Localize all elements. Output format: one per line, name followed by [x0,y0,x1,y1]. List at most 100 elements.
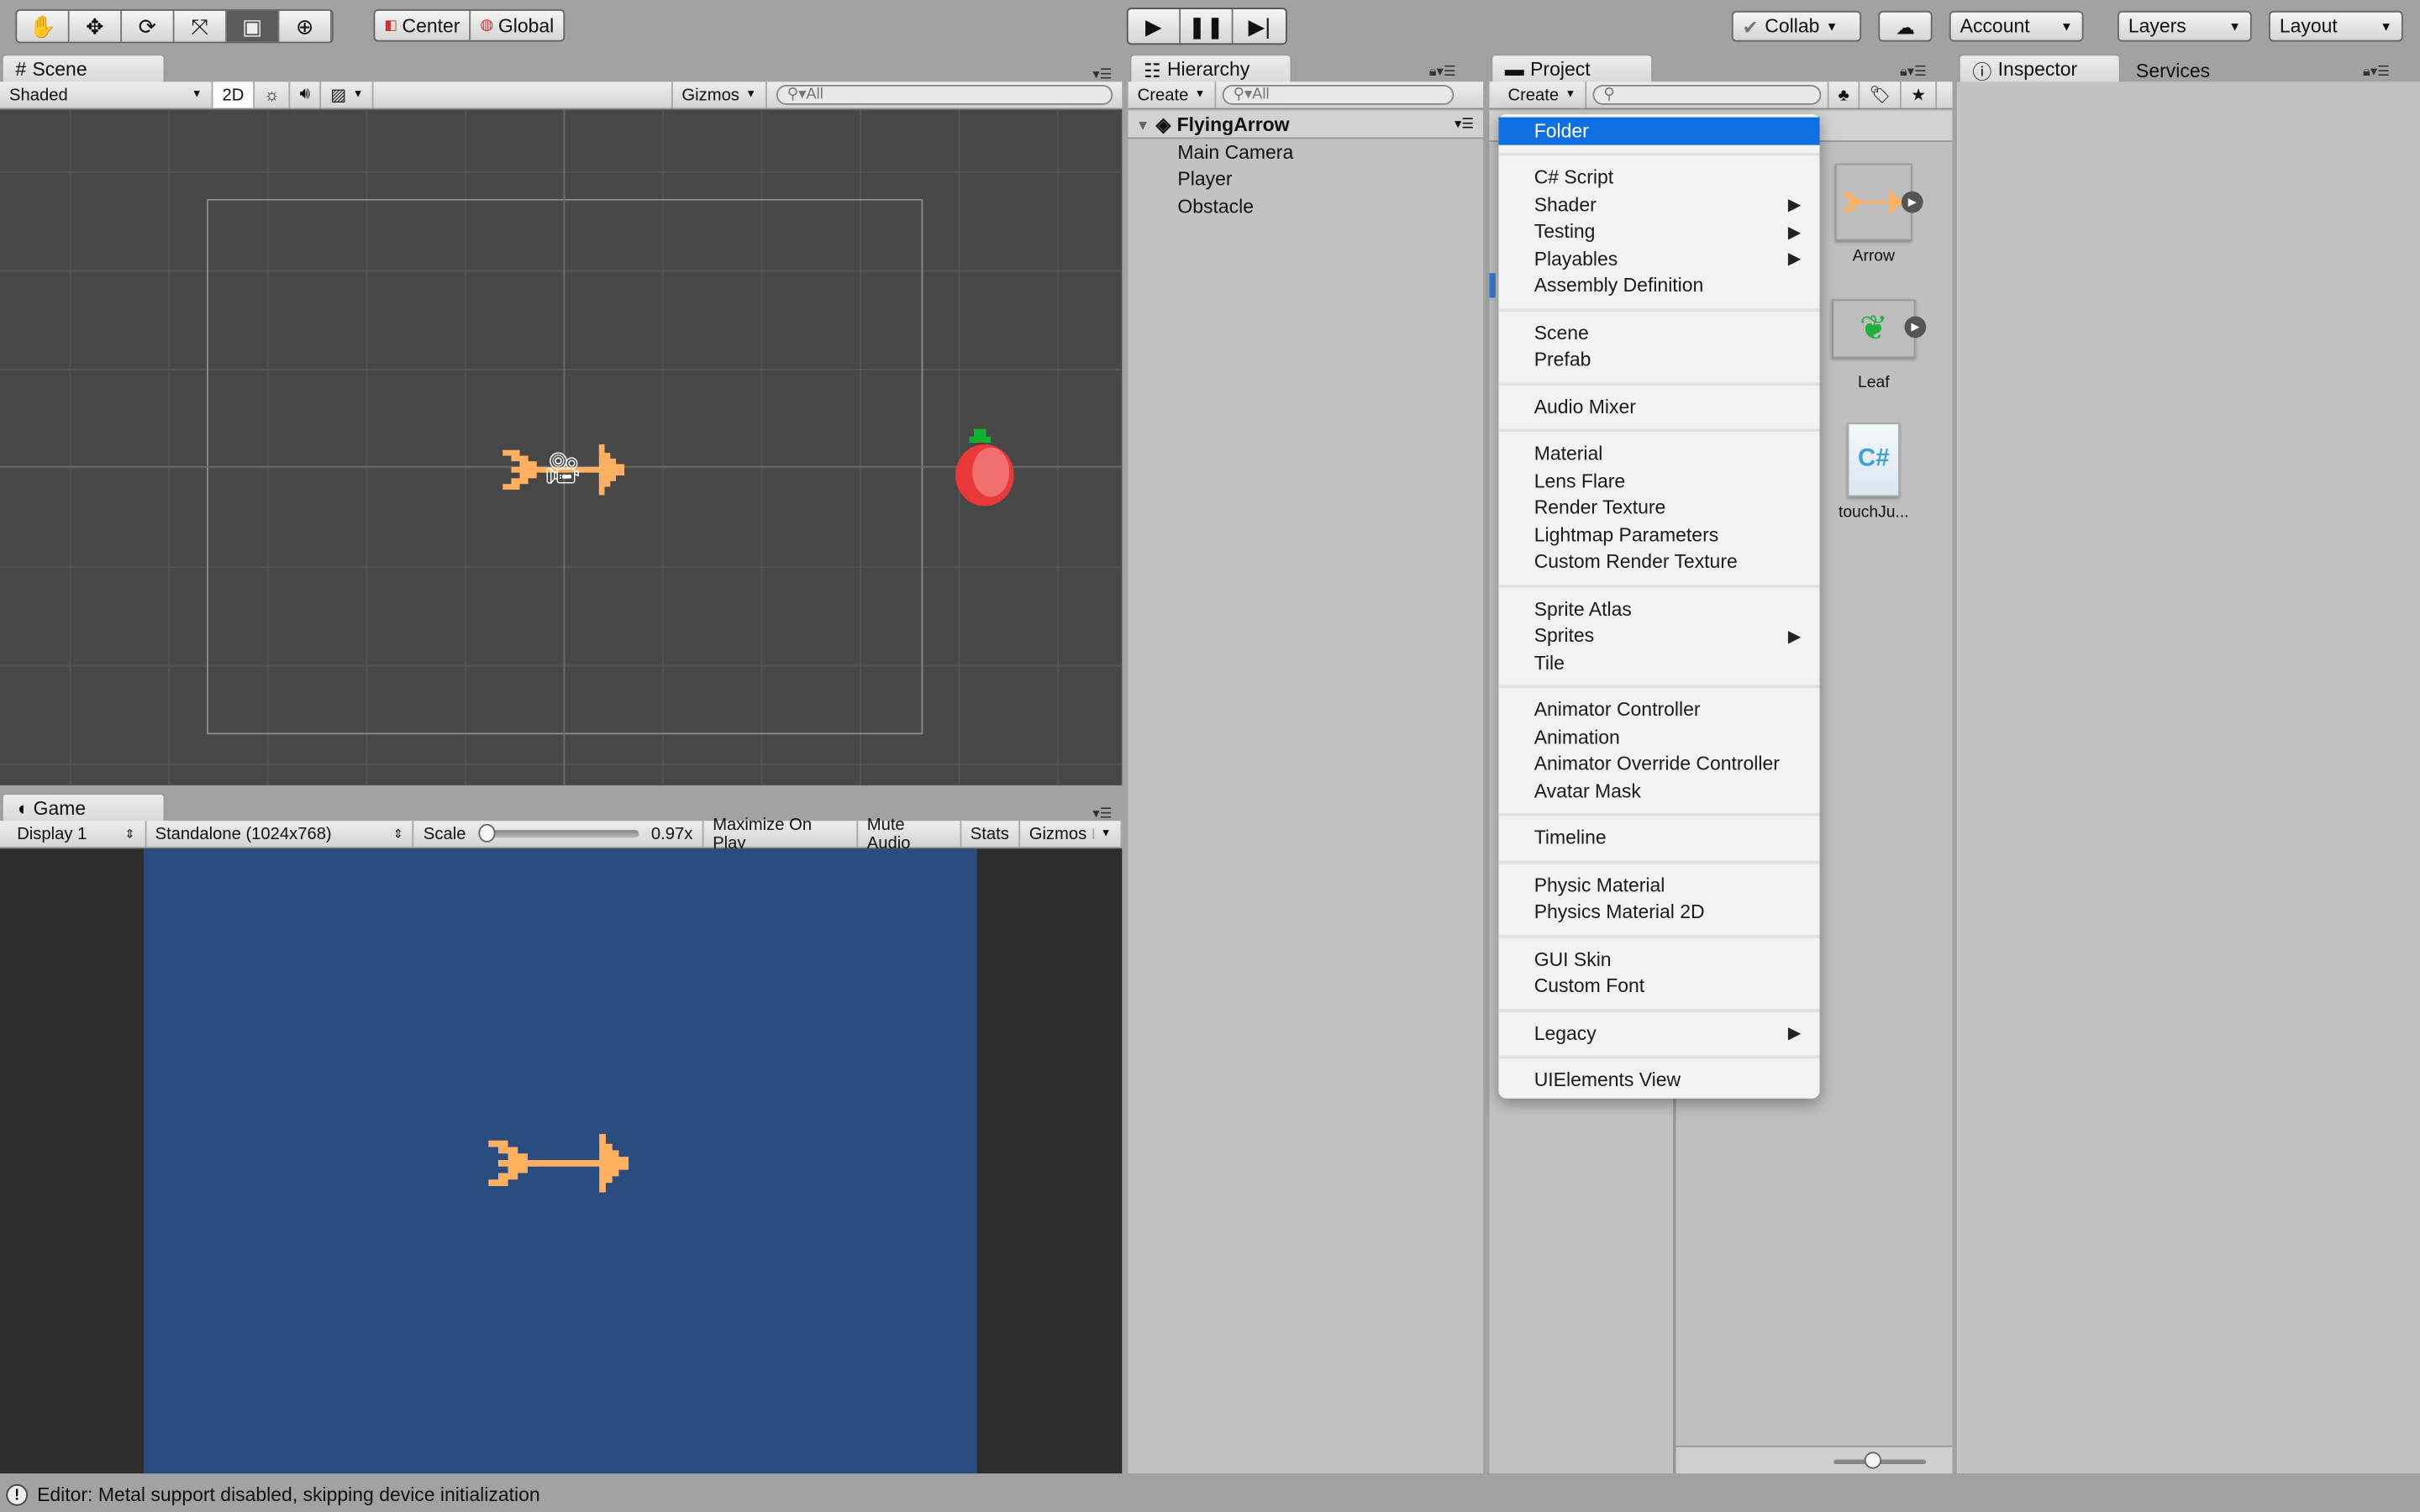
hierarchy-item[interactable]: Main Camera [1128,139,1483,165]
menu-item-scene[interactable]: Scene [1498,319,1819,346]
menu-item-gui-skin[interactable]: GUI Skin [1498,946,1819,973]
asset-leaf[interactable]: ❦ ▶ Leaf [1820,299,1928,392]
lighting-toggle[interactable]: ☼ [255,81,291,108]
project-create-button[interactable]: Create ▼ [1489,81,1587,108]
menu-item-custom-render-texture[interactable]: Custom Render Texture [1498,549,1819,575]
tab-scene[interactable]: # Scene [1,54,166,84]
stats-toggle[interactable]: Stats [961,821,1020,848]
lock-icon[interactable]: 🔒︎▾☰ [2363,63,2390,80]
scene-search-input[interactable]: ⚲▾ All [776,85,1113,105]
menu-item-prefab[interactable]: Prefab [1498,346,1819,373]
menu-item-sprite-atlas[interactable]: Sprite Atlas [1498,596,1819,622]
shading-dropdown[interactable]: Shaded ▼ [0,81,213,108]
status-bar[interactable]: ! Editor: Metal support disabled, skippi… [0,1478,2420,1512]
menu-item-sprites[interactable]: Sprites ▶ [1498,622,1819,649]
menu-item-lens-flare[interactable]: Lens Flare [1498,468,1819,495]
tab-hierarchy[interactable]: ☷ Hierarchy [1129,54,1292,84]
menu-item-animation[interactable]: Animation [1498,723,1819,750]
gizmos-toggle[interactable]: Gizmos ▼ [1020,821,1123,848]
hierarchy-item[interactable]: Obstacle [1128,193,1483,220]
hierarchy-create-button[interactable]: Create ▼ [1128,81,1217,108]
resolution-dropdown[interactable]: Standalone (1024x768) ⇕ [146,821,414,848]
panel-menu-icon[interactable]: ▾☰ [1092,66,1112,83]
cloud-button[interactable]: ☁ [1878,10,1933,42]
tab-inspector[interactable]: ⓘ Inspector [1958,54,2121,84]
scene-menu-icon[interactable]: ▾☰ [1455,116,1474,133]
menu-item-audio-mixer[interactable]: Audio Mixer [1498,393,1819,420]
play-button[interactable]: ▶ [1128,9,1181,44]
warning-icon: ! [6,1483,29,1506]
menu-item-playables[interactable]: Playables ▶ [1498,245,1819,272]
expand-play-icon[interactable]: ▶ [1901,191,1923,213]
image-icon: ▨ [330,86,347,105]
menu-item-animator-controller[interactable]: Animator Controller [1498,696,1819,723]
lock-icon[interactable]: 🔒︎▾☰ [1429,63,1456,80]
project-search-input[interactable]: ⚲ [1592,85,1822,105]
pivot-toggle[interactable]: ◧ Center [375,10,471,40]
space-toggle[interactable]: ◍ Global [471,10,564,40]
filter-label-icon[interactable]: 🏷︎ [1860,81,1902,108]
menu-item-assembly-definition[interactable]: Assembly Definition [1498,272,1819,299]
asset-arrow[interactable]: ▶ Arrow [1820,163,1928,265]
menu-item-label: Legacy [1534,1022,1597,1045]
maximize-on-play-toggle[interactable]: Maximize On Play [703,816,858,853]
scale-tool-icon[interactable]: ⤧ [174,10,227,42]
hierarchy-search-input[interactable]: ⚲▾ All [1222,85,1455,105]
expand-triangle-icon[interactable]: ▼ [1136,117,1150,132]
menu-item-uielements-view[interactable]: UIElements View [1498,1067,1819,1094]
menu-item-testing[interactable]: Testing ▶ [1498,218,1819,245]
gizmos-dropdown[interactable]: Gizmos ▼ [671,81,767,108]
hand-tool-icon[interactable]: ✋ [17,10,70,42]
pause-button[interactable]: ❚❚ [1181,9,1234,44]
tab-project[interactable]: ▬ Project [1491,54,1654,84]
menu-item-timeline[interactable]: Timeline [1498,825,1819,852]
apple-obstacle-sprite[interactable] [954,428,1018,510]
folder-icon: ▬ [1504,58,1524,81]
scale-slider-handle[interactable] [478,823,496,843]
transform-tool-icon[interactable]: ⊕ [279,10,332,42]
menu-item-c-script[interactable]: C# Script [1498,165,1819,192]
menu-item-lightmap-parameters[interactable]: Lightmap Parameters [1498,522,1819,549]
game-canvas [143,848,977,1474]
menu-separator [1498,575,1819,596]
asset-touchjump-script[interactable]: C# touchJu... [1820,423,1928,522]
menu-item-shader[interactable]: Shader ▶ [1498,192,1819,218]
scene-header[interactable]: ▼ ◈ FlyingArrow ▾☰ [1128,111,1484,139]
menu-item-physic-material[interactable]: Physic Material [1498,872,1819,899]
account-dropdown[interactable]: Account ▼ [1949,10,2084,42]
2d-toggle[interactable]: 2D [213,81,255,108]
menu-item-avatar-mask[interactable]: Avatar Mask [1498,778,1819,805]
camera-icon[interactable]: 🎥︎ [544,449,583,487]
step-button[interactable]: ▶| [1233,9,1286,44]
collab-button[interactable]: ✔ Collab ▼ [1731,10,1862,42]
rotate-tool-icon[interactable]: ⟳ [122,10,175,42]
layout-dropdown[interactable]: Layout ▼ [2268,10,2403,42]
rect-tool-icon[interactable]: ▣ [226,10,280,42]
menu-item-tile[interactable]: Tile [1498,649,1819,676]
filter-type-icon[interactable]: ♣ [1827,81,1860,108]
menu-item-label: Shader [1534,193,1597,216]
hierarchy-item[interactable]: Player [1128,165,1483,192]
favorite-star-icon[interactable]: ★ [1902,81,1938,108]
menu-item-render-texture[interactable]: Render Texture [1498,495,1819,522]
move-tool-icon[interactable]: ✥ [69,10,123,42]
panel-menu-icon[interactable]: ▾☰ [1092,806,1112,822]
audio-toggle[interactable]: 🔊︎ [291,81,322,108]
effects-dropdown[interactable]: ▨ ▼ [321,81,375,108]
scene-view[interactable]: 🎥︎ [0,109,1123,785]
scale-slider[interactable] [478,823,639,843]
menu-item-folder[interactable]: Folder [1498,117,1820,144]
menu-item-animator-override-controller[interactable]: Animator Override Controller [1498,751,1819,778]
icon-size-slider-handle[interactable] [1864,1452,1881,1469]
expand-play-icon[interactable]: ▶ [1904,316,1927,339]
display-dropdown[interactable]: Display 1 ⇕ [0,821,146,848]
tab-game[interactable]: ◖ Game [1,793,166,822]
lock-icon[interactable]: 🔒︎▾☰ [1900,63,1927,80]
game-view[interactable] [0,848,1123,1474]
menu-item-legacy[interactable]: Legacy ▶ [1498,1020,1819,1047]
menu-item-material[interactable]: Material [1498,440,1819,467]
mute-audio-toggle[interactable]: Mute Audio [858,816,961,853]
menu-item-physics-material-2d[interactable]: Physics Material 2D [1498,899,1819,926]
layers-dropdown[interactable]: Layers ▼ [2117,10,2252,42]
menu-item-custom-font[interactable]: Custom Font [1498,973,1819,1000]
